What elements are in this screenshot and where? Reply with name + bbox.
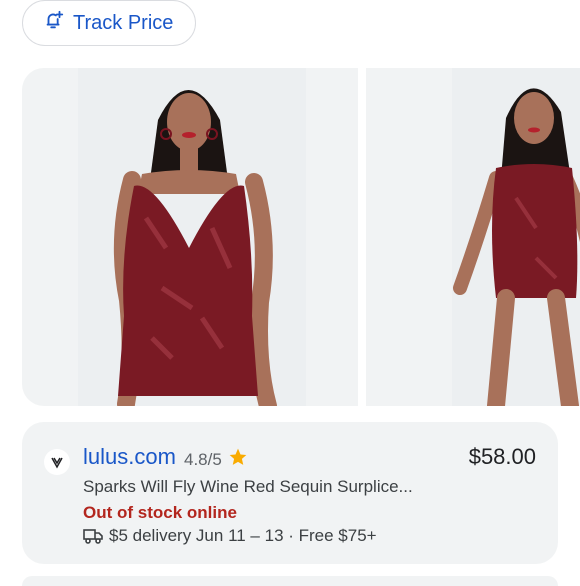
product-price: $58.00 [468, 444, 536, 469]
shopping-result-card[interactable]: lulus.com 4.8/5 $58.00 Sparks Will Fly W… [22, 422, 558, 564]
track-price-button[interactable]: Track Price [22, 0, 196, 46]
bell-plus-icon [43, 9, 65, 37]
star-icon [229, 448, 247, 465]
stock-status: Out of stock online [83, 503, 237, 522]
delivery-text: $5 delivery Jun 11 – 13 · Free $75+ [109, 526, 377, 545]
merchant-domain-link[interactable]: lulus.com [83, 444, 176, 470]
delivery-info: $5 delivery Jun 11 – 13 · Free $75+ [83, 526, 377, 546]
merchant-rating: 4.8/5 [184, 450, 222, 469]
track-price-label: Track Price [73, 11, 174, 34]
next-result-card[interactable] [22, 576, 558, 586]
product-image-1[interactable] [22, 68, 358, 406]
product-image-2[interactable] [366, 68, 580, 406]
lulus-heart-icon [44, 449, 70, 475]
product-image-gallery[interactable] [22, 68, 580, 406]
truck-icon [83, 529, 103, 544]
product-title[interactable]: Sparks Will Fly Wine Red Sequin Surplice… [83, 477, 413, 497]
